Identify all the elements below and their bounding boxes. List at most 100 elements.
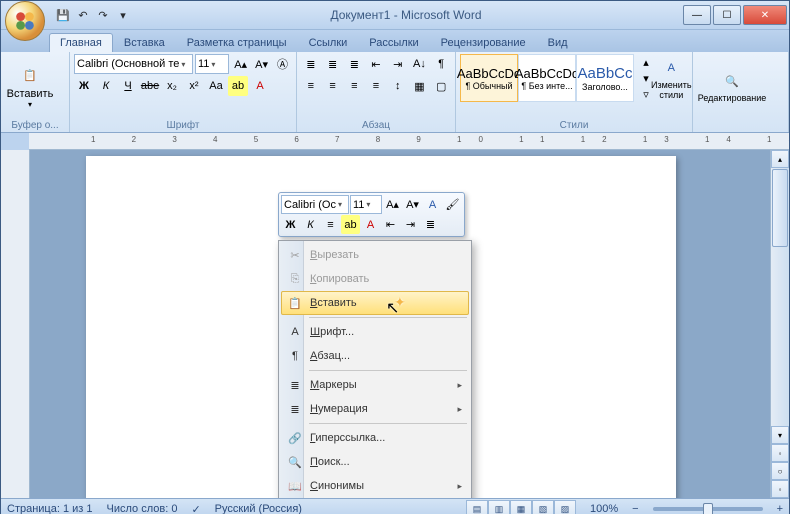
style-gallery[interactable]: AaBbCcDd¶ Обычный AaBbCcDd¶ Без инте... … (460, 54, 634, 102)
mini-grow-icon[interactable]: A▴ (383, 195, 402, 214)
numbering-icon[interactable]: ≣ (323, 54, 343, 74)
superscript-button[interactable]: x² (184, 76, 204, 96)
mini-styles-icon[interactable]: A (423, 195, 442, 214)
mini-bullets-icon[interactable]: ≣ (421, 215, 440, 234)
mini-font-combo[interactable]: Calibri (Ос▾ (281, 195, 349, 214)
font-name-combo[interactable]: Calibri (Основной те▾ (74, 54, 193, 74)
bold-button[interactable]: Ж (74, 76, 94, 96)
shrink-font-icon[interactable]: A▾ (252, 54, 271, 74)
mini-outdent-icon[interactable]: ⇤ (381, 215, 400, 234)
change-styles-button[interactable]: A Изменить стили (650, 54, 693, 102)
view-print-icon[interactable]: ▤ (466, 500, 488, 514)
ctx-item-12[interactable]: 📖Синонимы▸ (281, 474, 469, 498)
style-no-spacing[interactable]: AaBbCcDd¶ Без инте... (518, 54, 576, 102)
zoom-in-icon[interactable]: + (777, 503, 783, 514)
vertical-scrollbar[interactable]: ▴ ▾ ◦ ○ ◦ (770, 150, 789, 498)
align-center-icon[interactable]: ≡ (323, 76, 343, 96)
font-color-button[interactable]: A (250, 76, 270, 96)
tab-references[interactable]: Ссылки (298, 33, 359, 52)
mini-italic-icon[interactable]: К (301, 215, 320, 234)
tab-page-layout[interactable]: Разметка страницы (176, 33, 298, 52)
redo-icon[interactable]: ↷ (95, 7, 111, 23)
zoom-out-icon[interactable]: − (632, 503, 638, 514)
mini-painter-icon[interactable]: 🖌 (443, 195, 462, 214)
mini-bold-icon[interactable]: Ж (281, 215, 300, 234)
status-page[interactable]: Страница: 1 из 1 (7, 503, 93, 514)
strike-button[interactable]: abe (140, 76, 160, 96)
status-language[interactable]: Русский (Россия) (215, 503, 302, 514)
borders-icon[interactable]: ▢ (431, 76, 451, 96)
tab-mailings[interactable]: Рассылки (358, 33, 429, 52)
line-spacing-icon[interactable]: ↕ (388, 76, 408, 96)
mini-size-combo[interactable]: 11▾ (350, 195, 382, 214)
ctx-item-4[interactable]: AШрифт... (281, 320, 469, 344)
align-left-icon[interactable]: ≡ (301, 76, 321, 96)
multilevel-icon[interactable]: ≣ (344, 54, 364, 74)
mini-center-icon[interactable]: ≡ (321, 215, 340, 234)
view-outline-icon[interactable]: ▧ (532, 500, 554, 514)
grow-font-icon[interactable]: A▴ (231, 54, 250, 74)
style-normal[interactable]: AaBbCcDd¶ Обычный (460, 54, 518, 102)
tab-review[interactable]: Рецензирование (430, 33, 537, 52)
ctx-item-7[interactable]: ≣Маркеры▸ (281, 373, 469, 397)
editing-button[interactable]: 🔍 Редактирование (697, 54, 767, 118)
indent-icon[interactable]: ⇥ (388, 54, 408, 74)
change-case-button[interactable]: Aa (206, 76, 226, 96)
office-button[interactable] (5, 1, 45, 41)
mini-color-icon[interactable]: A (361, 215, 380, 234)
highlight-button[interactable]: ab (228, 76, 248, 96)
maximize-button[interactable]: ☐ (713, 5, 741, 25)
view-fullscreen-icon[interactable]: ▥ (488, 500, 510, 514)
ctx-item-11[interactable]: 🔍Поиск... (281, 450, 469, 474)
scroll-up-icon[interactable]: ▴ (771, 150, 789, 168)
mini-indent-icon[interactable]: ⇥ (401, 215, 420, 234)
paste-button[interactable]: 📋 Вставить ▾ (5, 54, 55, 118)
zoom-slider[interactable] (653, 507, 763, 511)
browse-object-icon[interactable]: ○ (771, 462, 789, 480)
qat-dropdown-icon[interactable]: ▾ (115, 7, 131, 23)
status-words[interactable]: Число слов: 0 (107, 503, 178, 514)
horizontal-ruler[interactable]: 1 2 3 4 5 6 7 8 9 10 11 12 13 14 15 16 (29, 133, 789, 150)
ctx-item-icon: 📋 (286, 297, 304, 310)
mini-highlight-icon[interactable]: ab (341, 215, 360, 234)
justify-icon[interactable]: ≡ (366, 76, 386, 96)
underline-button[interactable]: Ч (118, 76, 138, 96)
ctx-item-2[interactable]: 📋Вставить (281, 291, 469, 315)
style-scroll[interactable]: ▴ ▾ ▿ (636, 54, 648, 102)
subscript-button[interactable]: x₂ (162, 76, 182, 96)
tab-insert[interactable]: Вставка (113, 33, 176, 52)
clear-format-icon[interactable]: Ⓐ (273, 54, 292, 74)
bullets-icon[interactable]: ≣ (301, 54, 321, 74)
minimize-button[interactable]: — (683, 5, 711, 25)
tab-view[interactable]: Вид (537, 33, 579, 52)
prev-page-icon[interactable]: ◦ (771, 444, 789, 462)
undo-icon[interactable]: ↶ (75, 7, 91, 23)
next-page-icon[interactable]: ◦ (771, 480, 789, 498)
vertical-ruler[interactable] (1, 150, 30, 498)
align-right-icon[interactable]: ≡ (344, 76, 364, 96)
view-draft-icon[interactable]: ▨ (554, 500, 576, 514)
status-bar: Страница: 1 из 1 Число слов: 0 ✓ Русский… (1, 498, 789, 514)
zoom-thumb[interactable] (703, 503, 713, 514)
zoom-level[interactable]: 100% (590, 503, 618, 514)
shading-icon[interactable]: ▦ (410, 76, 430, 96)
scroll-thumb[interactable] (772, 169, 788, 247)
status-spellcheck-icon[interactable]: ✓ (191, 503, 200, 514)
mini-shrink-icon[interactable]: A▾ (403, 195, 422, 214)
ctx-item-8[interactable]: ≣Нумерация▸ (281, 397, 469, 421)
ctx-item-10[interactable]: 🔗Гиперссылка... (281, 426, 469, 450)
pilcrow-icon[interactable]: ¶ (431, 54, 451, 74)
outdent-icon[interactable]: ⇤ (366, 54, 386, 74)
italic-button[interactable]: К (96, 76, 116, 96)
view-web-icon[interactable]: ▦ (510, 500, 532, 514)
sort-icon[interactable]: A↓ (410, 54, 430, 74)
close-button[interactable]: ✕ (743, 5, 787, 25)
scroll-down-icon[interactable]: ▾ (771, 426, 789, 444)
ctx-item-5[interactable]: ¶Абзац... (281, 344, 469, 368)
tab-home[interactable]: Главная (49, 33, 113, 52)
font-size-combo[interactable]: 11▾ (195, 54, 229, 74)
scroll-track[interactable] (771, 168, 789, 426)
style-heading1[interactable]: AaBbCcЗаголово... (576, 54, 634, 102)
save-icon[interactable]: 💾 (55, 7, 71, 23)
document-area[interactable]: Calibri (Ос▾ 11▾ A▴ A▾ A 🖌 Ж К ≡ ab A ⇤ … (30, 150, 770, 498)
